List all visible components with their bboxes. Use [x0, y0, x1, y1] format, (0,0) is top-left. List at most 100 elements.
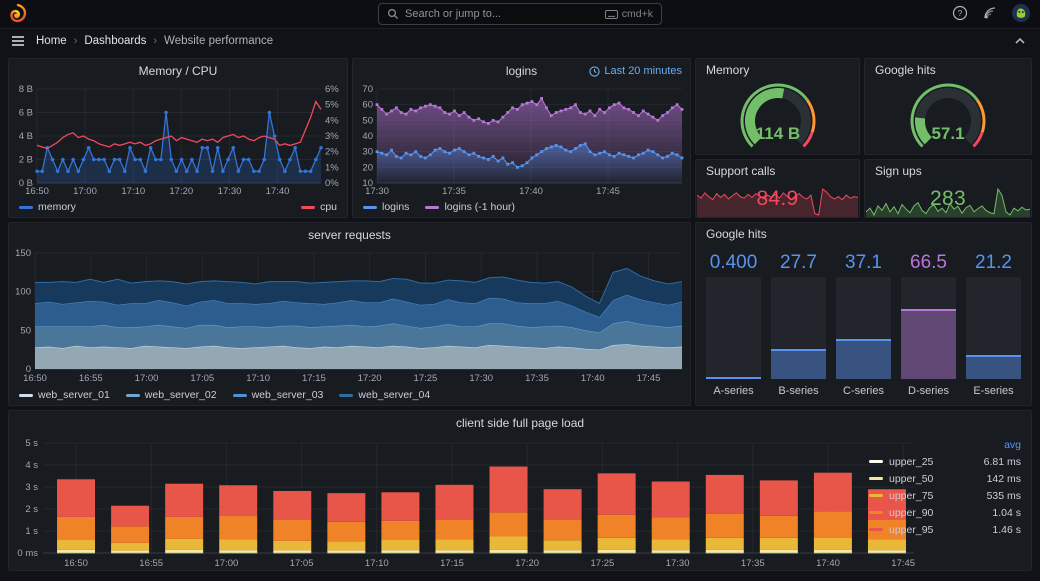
- user-avatar[interactable]: [1012, 4, 1030, 22]
- bar-gauge-A-series[interactable]: 0.400 A-series: [706, 251, 761, 399]
- google-hits-bar-gauge: 0.400 A-series 27.7 B-series 37.1 C-series 66.…: [706, 251, 1021, 399]
- svg-text:17:25: 17:25: [414, 373, 438, 384]
- svg-text:57.1: 57.1: [931, 124, 964, 143]
- legend-label: logins (-1 hour): [444, 201, 516, 213]
- legend-item-server-1[interactable]: web_server_02: [125, 389, 217, 401]
- panel-title-support-calls[interactable]: Support calls: [696, 160, 859, 182]
- breadcrumb-current-dashboard[interactable]: Website performance: [164, 35, 273, 47]
- help-icon[interactable]: ?: [952, 5, 968, 21]
- legend-avg-header[interactable]: avg: [869, 437, 1021, 453]
- svg-text:17:40: 17:40: [519, 186, 543, 197]
- panel-title-server-requests[interactable]: server requests: [9, 223, 690, 247]
- bar-gauge-B-series[interactable]: 27.7 B-series: [771, 251, 826, 399]
- svg-text:17:05: 17:05: [190, 373, 214, 384]
- memory-gauge-chart: 114 B: [740, 83, 815, 148]
- legend-label: memory: [38, 201, 76, 213]
- svg-text:5%: 5%: [325, 100, 339, 111]
- bar-gauge-fill: [771, 348, 826, 379]
- search-placeholder: Search or jump to...: [405, 8, 501, 20]
- bar-gauge-track: [836, 277, 891, 379]
- svg-text:3%: 3%: [325, 131, 339, 142]
- svg-text:40: 40: [362, 131, 373, 142]
- legend-label: web_server_04: [358, 389, 431, 401]
- bar-gauge-label: E-series: [973, 385, 1014, 397]
- legend-item-upper_90[interactable]: upper_90 1.04 s: [869, 504, 1021, 521]
- breadcrumb-home[interactable]: Home: [36, 35, 67, 47]
- bar-gauge-track: [901, 277, 956, 379]
- legend-swatch: [869, 460, 883, 463]
- legend-swatch: [19, 205, 33, 209]
- legend-swatch: [869, 528, 883, 531]
- svg-text:17:00: 17:00: [73, 186, 97, 197]
- server-requests-chart: 05010015016:50 16:55 17:00 17:05 17:10 17:15 1…: [15, 248, 683, 384]
- legend-label: upper_95: [889, 523, 934, 536]
- grafana-logo-icon: [10, 4, 27, 23]
- svg-text:16:50: 16:50: [23, 373, 47, 384]
- legend-avg-value: 1.46 s: [992, 523, 1021, 536]
- search-icon: [387, 8, 399, 20]
- svg-text:17:40: 17:40: [266, 186, 290, 197]
- legend-item-server-0[interactable]: web_server_01: [19, 389, 110, 401]
- legend-item-upper_75[interactable]: upper_75 535 ms: [869, 487, 1021, 504]
- panel-google-hits-bars: Google hits 0.400 A-series 27.7 B-series 37.…: [695, 222, 1032, 406]
- svg-text:16:55: 16:55: [139, 558, 163, 569]
- panel-logins: logins Last 20 minutes 10 20 30 40 50 60 70 17:…: [352, 58, 691, 218]
- panel-server-requests: server requests 0 50 100 150 16:50 16:55 17:00…: [8, 222, 691, 406]
- legend-item-logins-0[interactable]: logins: [363, 201, 409, 213]
- svg-text:8 B: 8 B: [19, 84, 33, 95]
- panel-title-memory[interactable]: Memory: [696, 59, 859, 81]
- search-input[interactable]: Search or jump to... cmd+k: [378, 3, 662, 25]
- svg-text:2 B: 2 B: [19, 155, 33, 166]
- legend-swatch: [869, 494, 883, 497]
- panel-title-memory-cpu[interactable]: Memory / CPU: [9, 59, 347, 83]
- svg-text:4 B: 4 B: [19, 131, 33, 142]
- legend-item-server-3[interactable]: web_server_04: [339, 389, 430, 401]
- bar-gauge-C-series[interactable]: 37.1 C-series: [836, 251, 891, 399]
- svg-text:4%: 4%: [325, 115, 339, 126]
- legend-item-cpu[interactable]: cpu: [301, 201, 337, 213]
- svg-text:6 B: 6 B: [19, 108, 33, 119]
- bar-gauge-fill: [706, 376, 761, 379]
- legend-label: upper_50: [889, 472, 934, 485]
- keyboard-icon: [604, 9, 618, 19]
- legend-swatch: [301, 205, 316, 209]
- panel-title-google-hits-bars[interactable]: Google hits: [696, 223, 1031, 245]
- legend-item-upper_50[interactable]: upper_50 142 ms: [869, 470, 1021, 487]
- logins-chart: 1020304050607017:30 17:35 17:40 17:45: [362, 84, 684, 197]
- legend-item-logins-1[interactable]: logins (-1 hour): [425, 201, 515, 213]
- svg-text:16:50: 16:50: [64, 558, 88, 569]
- bar-gauge-value: 21.2: [975, 252, 1012, 273]
- news-icon[interactable]: [982, 5, 998, 21]
- bar-gauge-E-series[interactable]: 21.2 E-series: [966, 251, 1021, 399]
- memory-cpu-chart: 0 B2 B4 B6 B8 B0%1%2%3%4%5%6%16:50 17:00 1…: [19, 84, 340, 197]
- legend-avg-value: 142 ms: [986, 472, 1021, 485]
- client-load-legend: avg upper_25 6.81 ms upper_50 142 ms upper_75…: [869, 437, 1021, 538]
- top-navigation-bar: Search or jump to... cmd+k ?: [0, 0, 1040, 29]
- collapse-chevron-icon[interactable]: [1012, 33, 1028, 49]
- bar-gauge-label: C-series: [843, 385, 884, 397]
- legend-item-upper_25[interactable]: upper_25 6.81 ms: [869, 453, 1021, 470]
- panel-client-load: client side full page load 0 ms 1 s 2 s 3 s…: [8, 410, 1032, 571]
- svg-text:1%: 1%: [325, 162, 339, 173]
- legend-item-server-2[interactable]: web_server_03: [232, 389, 323, 401]
- panel-time-range[interactable]: Last 20 minutes: [589, 59, 682, 83]
- svg-text:17:30: 17:30: [365, 186, 389, 197]
- legend-swatch: [425, 205, 440, 209]
- bar-gauge-D-series[interactable]: 66.5 D-series: [901, 251, 956, 399]
- menu-toggle-icon[interactable]: [10, 33, 26, 49]
- panel-title-google-hits[interactable]: Google hits: [865, 59, 1031, 81]
- panel-title-client-load[interactable]: client side full page load: [9, 411, 1031, 435]
- svg-text:60: 60: [362, 100, 373, 111]
- shortcut-label: cmd+k: [621, 8, 653, 20]
- keyboard-shortcut-badge: cmd+k: [604, 8, 653, 20]
- breadcrumb-separator-icon: ›: [73, 35, 78, 47]
- breadcrumb-dashboards[interactable]: Dashboards: [84, 35, 146, 47]
- panel-title-sign-ups[interactable]: Sign ups: [865, 160, 1031, 182]
- bar-gauge-track: [771, 277, 826, 379]
- legend-item-memory[interactable]: memory: [19, 201, 76, 213]
- grafana-logo[interactable]: [8, 4, 28, 24]
- legend-swatch: [869, 511, 883, 514]
- legend-item-upper_95[interactable]: upper_95 1.46 s: [869, 521, 1021, 538]
- server-requests-legend: web_server_01 web_server_02 web_server_03 w…: [9, 385, 690, 405]
- memory-cpu-legend: memory cpu: [9, 197, 347, 217]
